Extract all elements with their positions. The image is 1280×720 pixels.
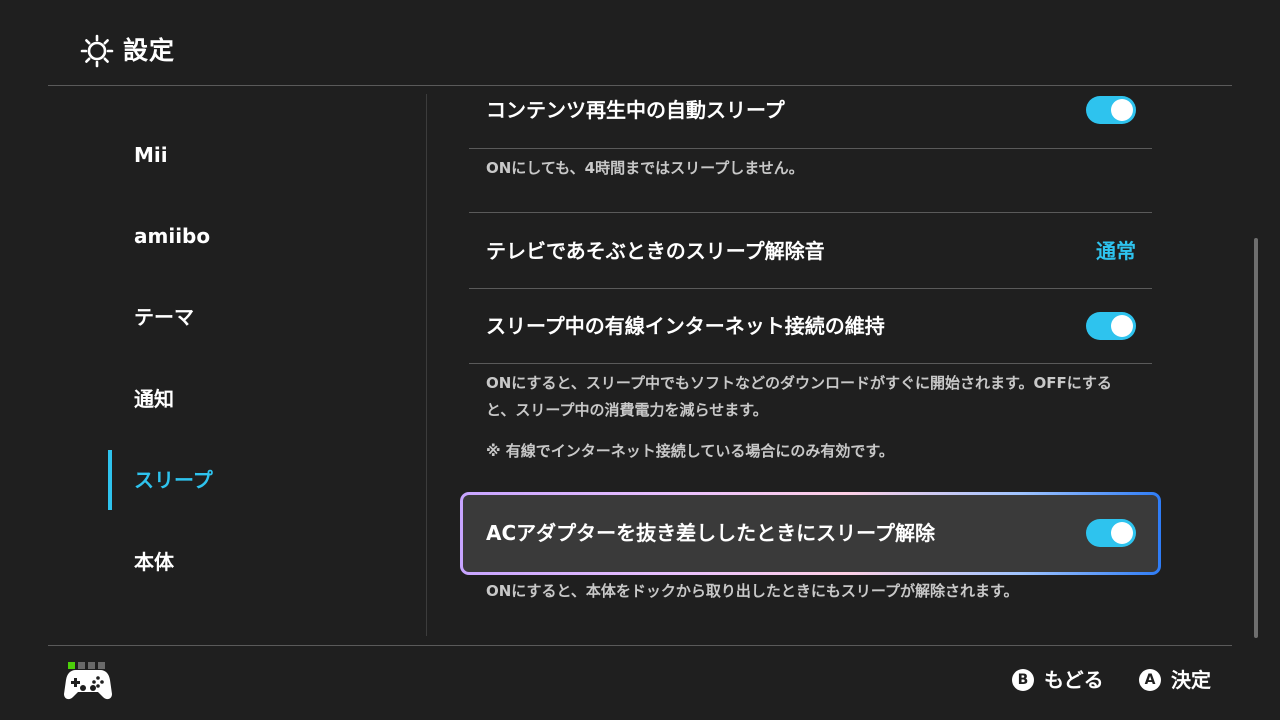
setting-value-tv-wake-sound[interactable]: 通常: [1096, 237, 1136, 265]
settings-screen: 設定 Mii amiibo テーマ 通知 スリープ 本体 コンテンツ再生中の自動…: [0, 0, 1280, 720]
setting-title-tv-wake-sound[interactable]: テレビであそぶときのスリープ解除音: [486, 237, 825, 265]
setting-description: ONにしても、4時間まではスリープしません。: [486, 159, 804, 177]
toggle-knob: [1111, 315, 1133, 337]
setting-title-auto-sleep-media[interactable]: コンテンツ再生中の自動スリープ: [486, 96, 785, 124]
toggle-ac-adapter-wake[interactable]: [1086, 519, 1136, 547]
sidebar-item-label: amiibo: [134, 224, 211, 248]
setting-description: ONにすると、スリープ中でもソフトなどのダウンロードがすぐに開始されます。OFF…: [486, 374, 1112, 419]
scrollbar[interactable]: [1254, 238, 1258, 638]
sidebar-item-label: スリープ: [134, 468, 213, 492]
sidebar-divider: [426, 94, 427, 636]
row-separator: [469, 148, 1152, 149]
sidebar-item-label: 通知: [134, 387, 174, 411]
header: 設定: [0, 0, 1280, 86]
toggle-knob: [1111, 522, 1133, 544]
setting-title-wired-internet[interactable]: スリープ中の有線インターネット接続の維持: [486, 312, 885, 340]
sidebar-item-label: 本体: [134, 550, 174, 574]
setting-title-ac-adapter-wake[interactable]: ACアダプターを抜き差ししたときにスリープ解除: [486, 519, 935, 547]
sidebar-item-amiibo[interactable]: amiibo: [108, 206, 408, 266]
sidebar-item-label: Mii: [134, 143, 168, 167]
confirm-button[interactable]: A 決定: [1139, 666, 1211, 694]
gear-icon: [80, 34, 114, 68]
row-separator: [469, 363, 1152, 364]
sidebar-item-label: テーマ: [134, 305, 194, 329]
setting-note: ※ 有線でインターネット接続している場合にのみ有効です。: [486, 442, 894, 460]
toggle-knob: [1111, 99, 1133, 121]
gamepad-icon: [64, 670, 112, 700]
sidebar-item-sleep[interactable]: スリープ: [108, 450, 408, 510]
a-button-icon: A: [1139, 668, 1161, 691]
header-divider: [48, 85, 1232, 86]
footer-divider: [48, 645, 1232, 646]
toggle-auto-sleep-media[interactable]: [1086, 96, 1136, 124]
row-separator: [469, 288, 1152, 289]
setting-description: ONにすると、本体をドックから取り出したときにもスリープが解除されます。: [486, 582, 1019, 600]
sidebar-item-notifications[interactable]: 通知: [108, 369, 408, 429]
sidebar-item-theme[interactable]: テーマ: [108, 287, 408, 347]
toggle-wired-internet[interactable]: [1086, 312, 1136, 340]
row-separator: [469, 212, 1152, 213]
sidebar-item-system[interactable]: 本体: [108, 532, 408, 592]
b-button-icon: B: [1012, 668, 1034, 691]
page-title: 設定: [123, 36, 176, 65]
sidebar-item-mii[interactable]: Mii: [108, 125, 408, 185]
back-label: もどる: [1044, 668, 1104, 692]
confirm-label: 決定: [1171, 668, 1211, 692]
back-button[interactable]: B もどる: [1012, 666, 1104, 694]
